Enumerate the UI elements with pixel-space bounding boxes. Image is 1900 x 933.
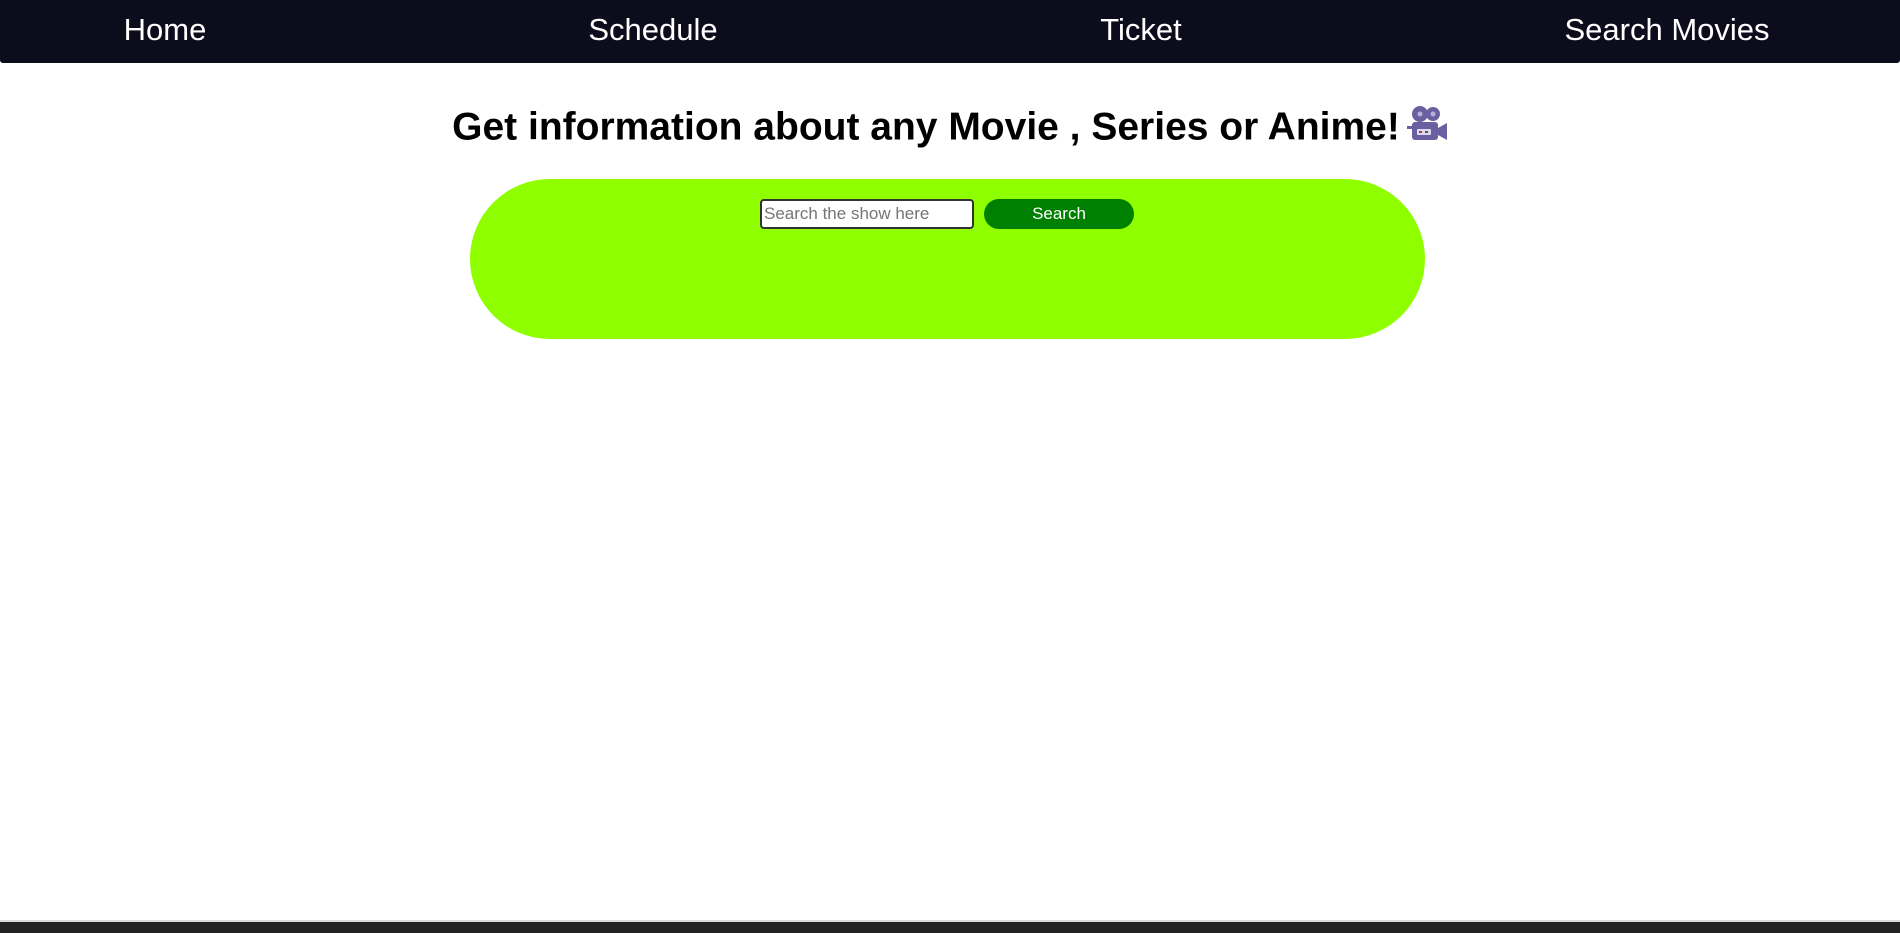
top-nav: Home Schedule Ticket Search Movies <box>0 0 1900 63</box>
nav-home[interactable]: Home <box>124 0 207 60</box>
nav-schedule[interactable]: Schedule <box>588 0 717 60</box>
movie-camera-icon <box>1406 104 1448 154</box>
nav-search-movies[interactable]: Search Movies <box>1564 0 1769 60</box>
page-title-text: Get information about any Movie , Series… <box>452 105 1400 149</box>
search-input[interactable] <box>760 199 974 229</box>
search-button[interactable]: Search <box>984 199 1134 229</box>
nav-ticket[interactable]: Ticket <box>1100 0 1182 60</box>
taskbar-edge <box>0 920 1900 933</box>
page-title: Get information about any Movie , Series… <box>0 104 1900 154</box>
